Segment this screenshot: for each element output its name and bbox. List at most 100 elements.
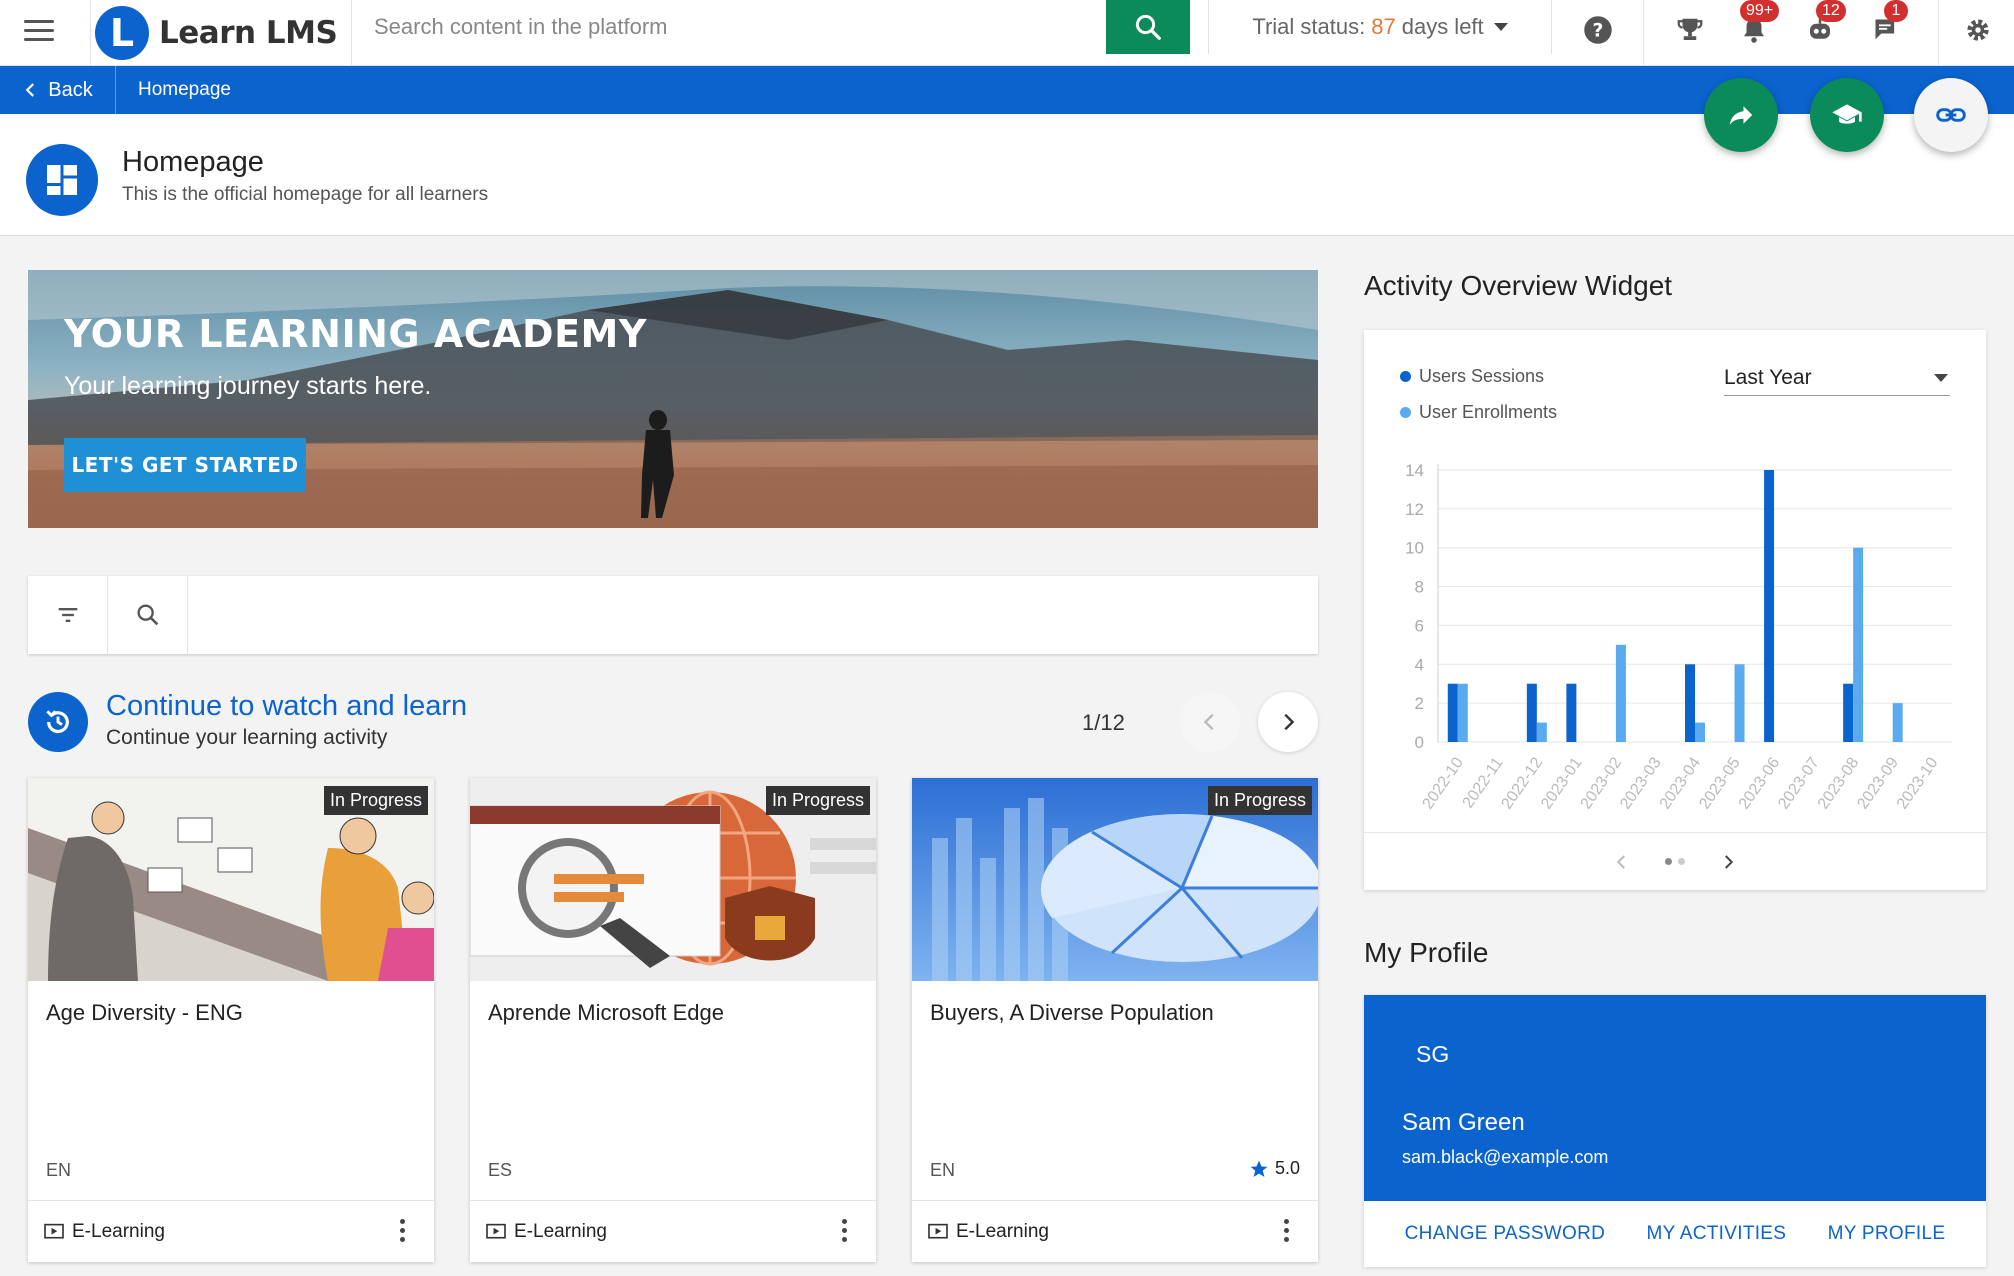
previous-button[interactable] (1180, 692, 1240, 752)
robot-icon[interactable]: 12 (1802, 0, 1846, 48)
help-icon[interactable]: ? (1580, 12, 1616, 48)
bar (1695, 722, 1705, 742)
bar (1734, 664, 1745, 742)
page-indicator: 1/12 (1082, 710, 1125, 735)
y-tick-label: 2 (1415, 694, 1424, 713)
trial-status[interactable]: Trial status: 87 days left (1208, 0, 1552, 54)
search-bar (352, 0, 1190, 54)
more-options-icon[interactable] (1284, 1219, 1290, 1246)
my-activities-link[interactable]: MY ACTIVITIES (1647, 1223, 1787, 1245)
link-icon (1936, 108, 1966, 122)
y-tick-label: 14 (1405, 461, 1424, 480)
next-button[interactable] (1258, 692, 1318, 752)
course-type: E-Learning (486, 1221, 607, 1243)
video-icon (44, 1223, 64, 1239)
change-password-link[interactable]: CHANGE PASSWORD (1405, 1223, 1606, 1245)
bar (1764, 470, 1775, 742)
back-button[interactable]: Back (0, 66, 116, 114)
period-value: Last Year (1724, 366, 1812, 389)
course-type: E-Learning (928, 1221, 1049, 1243)
divider (1938, 0, 1939, 66)
search-button[interactable] (1106, 0, 1190, 54)
y-tick-label: 12 (1405, 500, 1424, 519)
legend-label: User Enrollments (1419, 402, 1558, 422)
share-button[interactable] (1704, 78, 1778, 152)
course-rating: 5.0 (1249, 1158, 1300, 1179)
course-card[interactable]: In Progress Buyers, A Diverse Population… (912, 778, 1318, 1262)
trial-suffix: days left (1401, 14, 1484, 39)
course-language: EN (46, 1160, 72, 1180)
x-tick-label: 2023-10 (1894, 754, 1942, 812)
chevron-left-icon (25, 83, 35, 97)
page-title: Homepage (122, 146, 264, 178)
course-type-label: E-Learning (72, 1221, 165, 1242)
filter-bar (28, 576, 1318, 654)
menu-icon[interactable] (24, 20, 54, 44)
filter-icon (58, 608, 77, 622)
notifications-icon[interactable]: 99+ (1736, 0, 1780, 48)
bar (1536, 722, 1547, 742)
course-title[interactable]: Buyers, A Diverse Population (930, 1000, 1214, 1026)
course-card[interactable]: In Progress Aprende Microsoft Edge ES E-… (470, 778, 876, 1262)
brand-logo: L (95, 6, 149, 60)
chevron-right-icon (1284, 713, 1295, 731)
legend-item[interactable]: Users Sessions (1400, 366, 1544, 387)
copy-link-button[interactable] (1914, 78, 1988, 152)
bar (1615, 644, 1626, 742)
profile-links: CHANGE PASSWORD MY ACTIVITIES MY PROFILE (1364, 1201, 1986, 1267)
chevron-left-icon[interactable] (1613, 853, 1631, 871)
svg-text:?: ? (1593, 20, 1604, 41)
search-icon (1135, 14, 1161, 40)
pager-dots (1665, 858, 1685, 865)
period-select[interactable]: Last Year (1724, 364, 1950, 396)
status-badge: In Progress (765, 786, 870, 815)
y-tick-label: 6 (1415, 616, 1424, 635)
profile-header: SG Sam Green sam.black@example.com (1364, 995, 1986, 1201)
brand-name: Learn LMS (159, 15, 338, 51)
course-type: E-Learning (44, 1221, 165, 1243)
legend-swatch (1400, 407, 1411, 418)
avatar: SG (1416, 1041, 1450, 1067)
activity-chart: 024681012142022-102022-112022-122023-012… (1405, 461, 1952, 812)
more-options-icon[interactable] (400, 1219, 406, 1246)
brand[interactable]: L Learn LMS (90, 0, 352, 66)
gear-icon[interactable] (1960, 12, 1996, 48)
activity-widget: Users Sessions User Enrollments Last Yea… (1364, 330, 1986, 890)
trophy-icon[interactable] (1672, 12, 1708, 48)
filter-button[interactable] (28, 576, 108, 654)
learning-button[interactable] (1810, 78, 1884, 152)
status-badge: In Progress (323, 786, 428, 815)
search-input[interactable] (352, 0, 1106, 54)
chevron-right-icon[interactable] (1719, 853, 1737, 871)
rating-value: 5.0 (1274, 1158, 1300, 1178)
course-language: ES (488, 1160, 513, 1180)
legend-item[interactable]: User Enrollments (1400, 402, 1557, 423)
y-tick-label: 10 (1405, 539, 1424, 558)
filter-search-button[interactable] (108, 576, 188, 654)
get-started-button[interactable]: LET'S GET STARTED (64, 438, 306, 492)
chat-icon[interactable]: 1 (1868, 0, 1908, 48)
robot-badge: 12 (1816, 0, 1846, 22)
bar (1685, 664, 1695, 742)
course-title[interactable]: Age Diversity - ENG (46, 1000, 243, 1026)
bar (1526, 683, 1537, 742)
legend-label: Users Sessions (1419, 366, 1545, 386)
card-footer: E-Learning (912, 1200, 1318, 1262)
y-tick-label: 4 (1415, 655, 1424, 674)
chevron-left-icon (1203, 713, 1214, 731)
section-title[interactable]: Continue to watch and learn (106, 690, 467, 723)
divider (1643, 0, 1644, 66)
my-profile-link[interactable]: MY PROFILE (1828, 1223, 1946, 1245)
course-card[interactable]: In Progress Age Diversity - ENG EN E-Lea… (28, 778, 434, 1262)
trial-label: Trial status: (1252, 14, 1366, 39)
video-icon (486, 1223, 506, 1239)
search-icon (137, 604, 158, 626)
more-options-icon[interactable] (842, 1219, 848, 1246)
bar (1843, 683, 1854, 742)
course-thumbnail: In Progress (912, 778, 1318, 981)
y-tick-label: 0 (1415, 733, 1424, 752)
profile-email: sam.black@example.com (1402, 1147, 1609, 1167)
course-title[interactable]: Aprende Microsoft Edge (488, 1000, 724, 1026)
breadcrumb[interactable]: Homepage (138, 66, 231, 114)
video-icon (928, 1223, 948, 1239)
